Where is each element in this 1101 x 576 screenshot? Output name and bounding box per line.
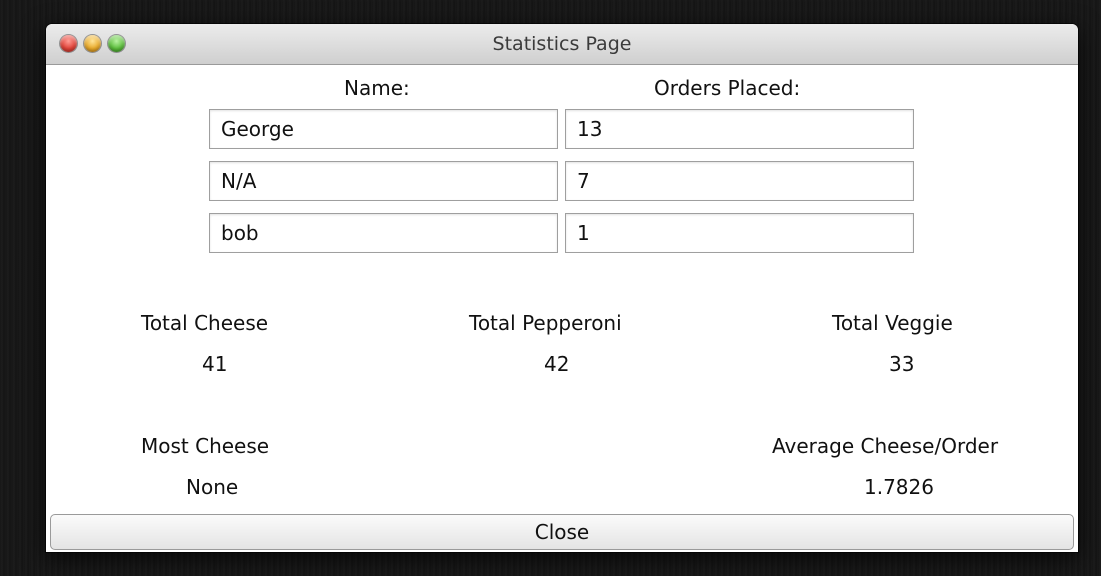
total-cheese-value: 41 [202,352,228,376]
window-title: Statistics Page [492,33,632,55]
average-cheese-per-order-value: 1.7826 [864,475,934,499]
name-field-row-3[interactable]: bob [209,213,558,253]
most-cheese-value: None [186,475,239,499]
name-field-row-1[interactable]: George [209,109,558,149]
total-pepperoni-value: 42 [544,352,570,376]
average-cheese-per-order-label: Average Cheese/Order [772,434,999,458]
title-bar[interactable]: Statistics Page [46,24,1078,65]
total-pepperoni-label: Total Pepperoni [469,311,622,335]
most-cheese-label: Most Cheese [141,434,270,458]
orders-column-header: Orders Placed: [654,76,801,100]
total-veggie-label: Total Veggie [832,311,953,335]
statistics-window: Statistics Page Name: Orders Placed: Geo… [46,24,1078,552]
orders-field-row-3[interactable]: 1 [565,213,914,253]
total-cheese-label: Total Cheese [141,311,269,335]
name-field-row-2[interactable]: N/A [209,161,558,201]
orders-field-row-1[interactable]: 13 [565,109,914,149]
total-veggie-value: 33 [889,352,915,376]
close-button[interactable]: Close [50,514,1074,550]
orders-field-row-2[interactable]: 7 [565,161,914,201]
name-column-header: Name: [344,76,410,100]
